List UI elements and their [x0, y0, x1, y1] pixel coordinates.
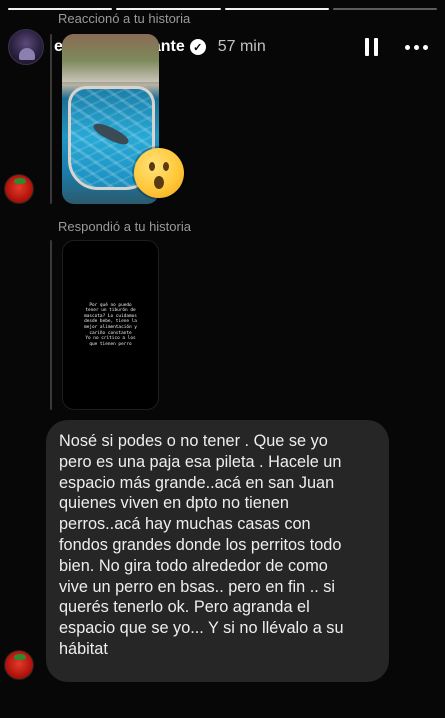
story-thumbnail-text[interactable]: Por qué no puedo tener un tiburón de mas…	[62, 240, 159, 410]
story-progress-segment	[224, 8, 329, 10]
story-progress-segment	[332, 8, 437, 10]
verified-badge-icon: ✓	[189, 39, 206, 55]
profile-avatar[interactable]	[8, 29, 44, 65]
pause-button[interactable]	[357, 35, 385, 59]
surprised-face-emoji-icon	[134, 148, 184, 198]
reply-label: Respondió a tu historia	[58, 219, 191, 234]
message-bubble[interactable]: Nosé si podes o no tener . Que se yo per…	[46, 420, 389, 682]
reply-quote-line	[50, 34, 52, 204]
story-progress-bars	[8, 8, 437, 10]
sender-avatar[interactable]	[4, 174, 34, 204]
post-time: 57 min	[217, 38, 266, 55]
more-options-icon[interactable]	[401, 35, 431, 59]
sender-avatar[interactable]	[4, 650, 34, 680]
story-progress-segment	[116, 8, 221, 10]
story-text: Por qué no puedo tener un tiburón de mas…	[84, 302, 137, 347]
reply-quote-line	[50, 240, 52, 410]
story-progress-segment	[8, 8, 113, 10]
reaction-label: Reaccionó a tu historia	[58, 11, 191, 26]
